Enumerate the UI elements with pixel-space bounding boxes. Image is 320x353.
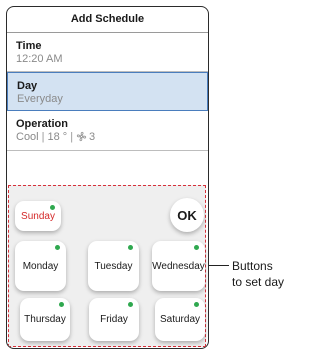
wednesday-label: Wednesday (152, 260, 205, 272)
saturday-button[interactable]: Saturday (155, 298, 205, 341)
day-value: Everyday (17, 93, 63, 105)
tuesday-label: Tuesday (94, 260, 133, 272)
annotation-line-1: Buttons (232, 259, 273, 273)
fan-speed: 3 (89, 131, 96, 143)
fan-icon (76, 131, 87, 146)
time-value: 12:20 AM (16, 53, 63, 65)
wednesday-button[interactable]: Wednesday (152, 241, 205, 291)
annotation-leader-line (209, 265, 229, 266)
page-title: Add Schedule (7, 7, 208, 33)
ok-label: OK (177, 207, 197, 223)
selected-indicator (128, 302, 133, 307)
operation-temperature: 18 ° (47, 131, 68, 143)
saturday-label: Saturday (159, 314, 201, 325)
selected-indicator (194, 302, 199, 307)
ok-button[interactable]: OK (170, 198, 204, 232)
thursday-button[interactable]: Thursday (20, 298, 70, 341)
monday-button[interactable]: Monday (15, 241, 66, 291)
selected-indicator (55, 245, 60, 250)
tuesday-button[interactable]: Tuesday (88, 241, 139, 291)
selected-indicator (59, 302, 64, 307)
day-setting-row[interactable]: Day Everyday (7, 72, 208, 111)
sunday-label: Sunday (21, 210, 55, 222)
annotation-callout: Buttons to set day (232, 258, 292, 290)
operation-label: Operation (16, 118, 68, 130)
operation-value: Cool | 18 ° | 3 (16, 131, 200, 146)
selected-indicator (128, 245, 133, 250)
annotation-line-2: to set day (232, 275, 285, 289)
separator: | (70, 131, 74, 143)
day-label: Day (17, 80, 38, 92)
selected-indicator (50, 205, 55, 210)
friday-label: Friday (100, 314, 128, 325)
phone-screen: Add Schedule Time 12:20 AM Day Everyday … (6, 6, 209, 349)
thursday-label: Thursday (24, 314, 66, 325)
operation-setting-row[interactable]: Operation Cool | 18 ° | 3 (7, 111, 208, 151)
time-setting-row[interactable]: Time 12:20 AM (7, 33, 208, 72)
sunday-button[interactable]: Sunday (15, 201, 61, 231)
monday-label: Monday (22, 260, 59, 272)
day-buttons-panel: Sunday OK Monday Tuesday Wednesday Thurs… (8, 185, 206, 347)
time-label: Time (16, 40, 42, 52)
operation-mode: Cool (16, 131, 39, 143)
friday-button[interactable]: Friday (89, 298, 139, 341)
selected-indicator (194, 245, 199, 250)
